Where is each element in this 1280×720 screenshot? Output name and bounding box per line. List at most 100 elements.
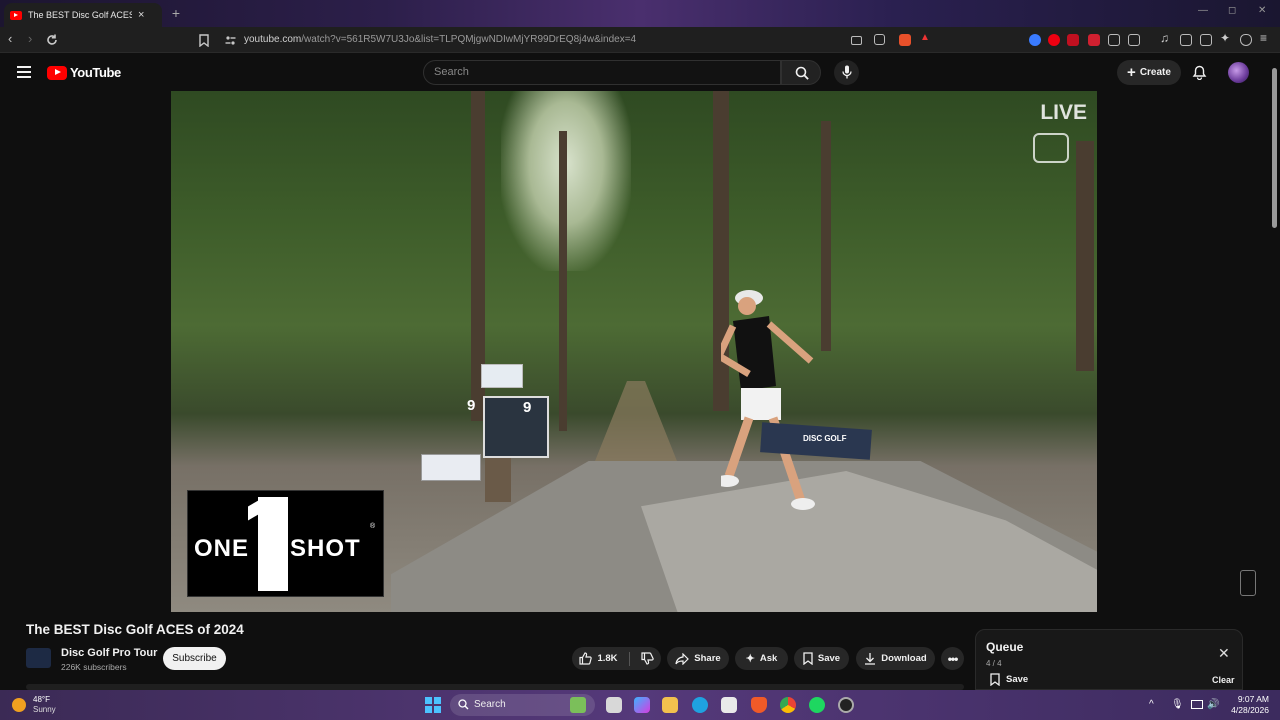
- search-button[interactable]: [781, 60, 821, 85]
- brave-shields-icon[interactable]: [899, 34, 911, 46]
- close-window-icon[interactable]: ✕: [1258, 5, 1266, 16]
- windows-taskbar: 48°F Sunny Search ^ 🎙 🔊 9:07 AM 4/28/202…: [0, 690, 1280, 720]
- create-button[interactable]: + Create: [1117, 60, 1181, 85]
- search-icon: [795, 66, 809, 80]
- tab-close-button[interactable]: ×: [138, 9, 144, 21]
- queue-clear-button[interactable]: Clear: [1212, 675, 1235, 685]
- weather-sun-icon[interactable]: [12, 698, 26, 712]
- live-overlay: LIVE: [1040, 101, 1087, 124]
- windows-start-icon[interactable]: [425, 697, 441, 713]
- clock-time[interactable]: 9:07 AM: [1231, 694, 1269, 704]
- queue-save-button[interactable]: Save: [990, 673, 1028, 686]
- extension-grid-icon[interactable]: [1128, 34, 1140, 46]
- notifications-bell-icon[interactable]: [1192, 64, 1207, 80]
- wallet-icon[interactable]: [1200, 34, 1212, 46]
- tree-trunk: [559, 131, 567, 431]
- tray-volume-icon[interactable]: 🔊: [1207, 699, 1219, 710]
- browser-tab-youtube[interactable]: The BEST Disc Golf ACES of 2 ×: [4, 3, 162, 27]
- queue-close-icon[interactable]: ✕: [1218, 645, 1230, 662]
- dgpt-overlay-logo: [1033, 133, 1069, 163]
- extension-badge-icon[interactable]: [1067, 34, 1079, 46]
- brave-icon[interactable]: [751, 697, 767, 713]
- chrome-icon[interactable]: [780, 697, 796, 713]
- download-icon: [865, 653, 876, 665]
- extension-puzzle-icon[interactable]: [1108, 34, 1120, 46]
- share-page-icon[interactable]: [874, 34, 885, 45]
- save-button[interactable]: Save: [794, 647, 849, 670]
- tray-network-icon[interactable]: [1191, 700, 1203, 709]
- edge-icon[interactable]: [692, 697, 708, 713]
- spotify-icon[interactable]: [809, 697, 825, 713]
- video-disc-golfer: [721, 290, 815, 510]
- plus-icon: +: [1127, 63, 1136, 81]
- ask-button[interactable]: ✦ Ask: [735, 647, 788, 670]
- address-bar-row: ‹ › youtube.com/watch?v=561R5W7U3Jo&list…: [0, 27, 1280, 53]
- tray-mic-icon[interactable]: 🎙: [1171, 699, 1184, 710]
- leo-ai-icon[interactable]: ✦: [1220, 31, 1232, 45]
- ask-label: Ask: [759, 653, 778, 664]
- store-icon[interactable]: [721, 697, 737, 713]
- copilot-icon[interactable]: [634, 697, 650, 713]
- save-label: Save: [817, 653, 841, 664]
- hamburger-menu-icon[interactable]: [17, 66, 31, 78]
- youtube-header: YouTube Search + Create: [0, 53, 1280, 91]
- subscriber-count: 226K subscribers: [61, 662, 127, 672]
- video-sign-post: [485, 458, 511, 502]
- channel-name[interactable]: Disc Golf Pro Tour: [61, 647, 157, 659]
- url-host: youtube.com: [244, 34, 302, 45]
- share-icon: [675, 652, 690, 665]
- file-explorer-icon[interactable]: [662, 697, 678, 713]
- queue-save-icon: [990, 673, 1000, 686]
- sidebar-toggle-icon[interactable]: [1180, 34, 1192, 46]
- site-info-icon[interactable]: [225, 35, 236, 46]
- subscribe-button[interactable]: Subscribe: [163, 647, 226, 670]
- rewards-icon[interactable]: ▲: [920, 32, 932, 44]
- url-field[interactable]: youtube.com/watch?v=561R5W7U3Jo&list=TLP…: [244, 34, 636, 45]
- channel-watermark-icon[interactable]: [1240, 570, 1256, 596]
- thumbs-down-icon[interactable]: [640, 652, 654, 665]
- voice-search-button[interactable]: [834, 60, 859, 85]
- extension-blue-icon[interactable]: [1029, 34, 1041, 46]
- browser-menu-icon[interactable]: ≡: [1260, 31, 1272, 45]
- channel-avatar[interactable]: [26, 648, 51, 668]
- youtube-play-icon: [47, 65, 67, 80]
- more-actions-button[interactable]: •••: [941, 647, 964, 670]
- search-input[interactable]: Search: [423, 60, 781, 85]
- youtube-favicon-icon: [10, 10, 22, 20]
- extension-red-icon[interactable]: [1048, 34, 1060, 46]
- weather-temperature[interactable]: 48°F: [33, 695, 50, 704]
- reload-icon[interactable]: [45, 33, 59, 47]
- share-button[interactable]: Share: [667, 647, 729, 670]
- clock-date[interactable]: 4/28/2026: [1224, 705, 1269, 715]
- scrollbar-thumb[interactable]: [1272, 68, 1277, 228]
- vpn-shield-icon[interactable]: [1240, 34, 1252, 46]
- like-button[interactable]: 1.8K: [579, 652, 618, 665]
- microphone-icon: [842, 65, 852, 79]
- cast-icon[interactable]: [851, 36, 862, 45]
- youtube-wordmark: YouTube: [70, 65, 121, 80]
- forward-icon[interactable]: ›: [28, 31, 32, 46]
- queue-title: Queue: [986, 640, 1024, 654]
- weather-condition[interactable]: Sunny: [33, 705, 56, 714]
- download-label: Download: [881, 653, 927, 664]
- back-icon[interactable]: ‹: [8, 31, 12, 46]
- new-tab-button[interactable]: +: [168, 5, 184, 21]
- extension-yt-icon[interactable]: [1088, 34, 1100, 46]
- app-running-icon[interactable]: [838, 697, 854, 713]
- queue-save-label: Save: [1006, 674, 1029, 685]
- minimize-icon[interactable]: —: [1198, 5, 1208, 16]
- taskbar-search-label: Search: [474, 699, 506, 710]
- task-view-icon[interactable]: [606, 697, 622, 713]
- music-icon[interactable]: ♫: [1160, 31, 1172, 45]
- one-shot-left-text: ONE: [194, 535, 250, 562]
- bookmark-icon[interactable]: [199, 34, 209, 47]
- registered-mark: ®: [370, 523, 376, 530]
- video-sponsor-sign: [421, 454, 481, 481]
- youtube-logo[interactable]: YouTube: [47, 65, 121, 80]
- video-dirt-path: [591, 381, 681, 471]
- account-avatar[interactable]: [1228, 62, 1249, 83]
- download-button[interactable]: Download: [856, 647, 935, 670]
- maximize-icon[interactable]: ◻: [1228, 5, 1236, 16]
- video-player[interactable]: 9 9 DISC GOLF LIVE ONE SHOT ®: [171, 91, 1097, 612]
- tray-overflow-icon[interactable]: ^: [1149, 699, 1154, 710]
